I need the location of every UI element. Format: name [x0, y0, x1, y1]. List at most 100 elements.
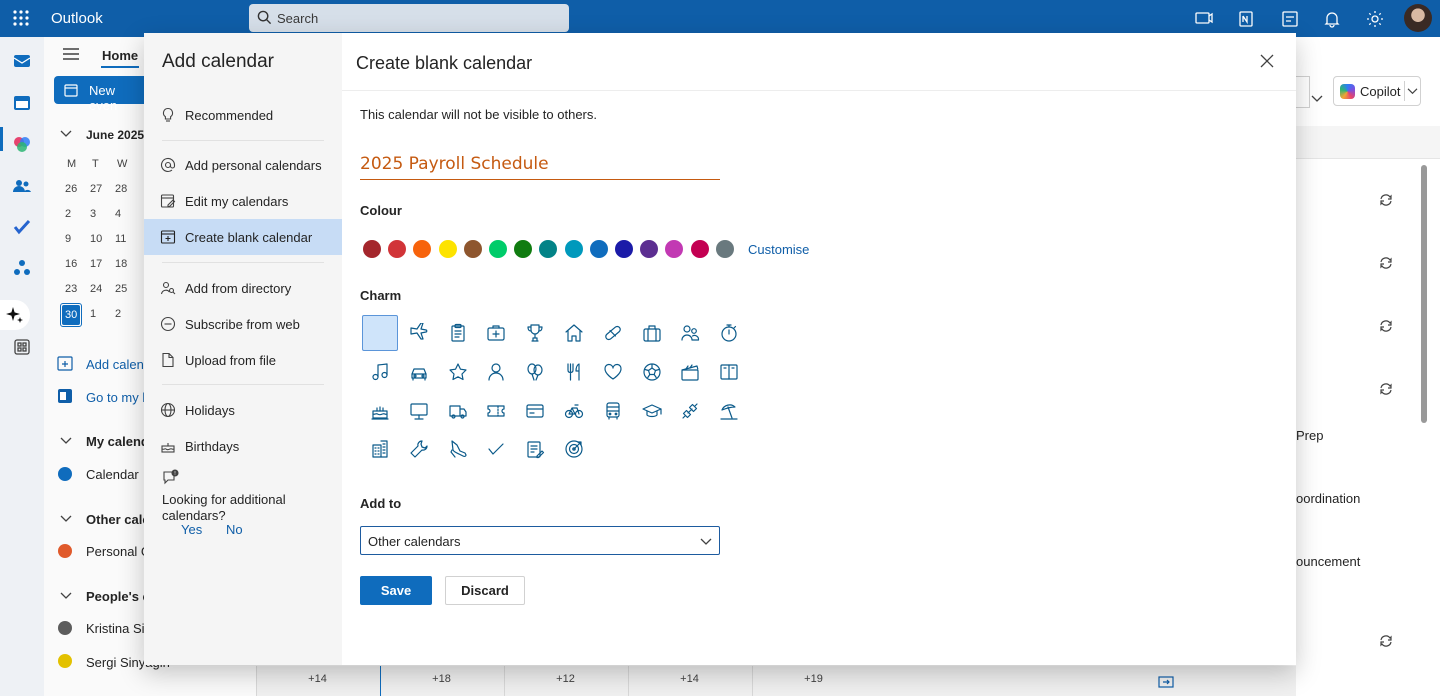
mini-calendar-day[interactable]: 1: [90, 308, 96, 320]
nav-birthdays[interactable]: Birthdays: [144, 428, 342, 464]
my-calendars-heading[interactable]: My calend: [86, 434, 149, 449]
colour-swatch[interactable]: [715, 240, 734, 258]
charm-option[interactable]: [401, 315, 437, 351]
customise-colour-link[interactable]: Customise: [748, 242, 809, 257]
org-app-icon[interactable]: [12, 258, 32, 278]
colour-swatch[interactable]: [388, 240, 407, 258]
overflow-count[interactable]: +14: [628, 666, 750, 696]
sergi-check-dot[interactable]: [58, 654, 72, 668]
charm-option[interactable]: [556, 431, 592, 467]
charm-option[interactable]: [711, 354, 747, 390]
mini-calendar-day[interactable]: 28: [115, 183, 127, 195]
new-event-button[interactable]: New even: [54, 76, 146, 113]
nav-holidays[interactable]: Holidays: [144, 392, 342, 428]
charm-option[interactable]: [711, 315, 747, 351]
mini-calendar-day[interactable]: 23: [65, 283, 77, 295]
charm-option[interactable]: [440, 431, 476, 467]
mini-calendar-day[interactable]: 2: [115, 308, 121, 320]
charm-option[interactable]: [595, 354, 631, 390]
charm-option[interactable]: [440, 354, 476, 390]
charm-option[interactable]: [401, 393, 437, 429]
colour-swatch[interactable]: [489, 240, 507, 258]
event-title[interactable]: Prep: [1296, 428, 1323, 443]
charm-option[interactable]: [478, 393, 514, 429]
charm-option[interactable]: [362, 354, 398, 390]
hamburger-menu-icon[interactable]: [62, 47, 80, 61]
chevron-down-icon[interactable]: [60, 436, 72, 446]
chevron-down-icon[interactable]: [1311, 94, 1323, 104]
go-to-my-link[interactable]: Go to my l: [86, 390, 145, 405]
charm-option[interactable]: [478, 431, 514, 467]
mini-calendar-day[interactable]: 11: [115, 233, 126, 245]
charm-option[interactable]: [595, 315, 631, 351]
chevron-down-icon[interactable]: [60, 591, 72, 601]
colour-swatch[interactable]: [615, 240, 633, 258]
mini-calendar-day[interactable]: 24: [90, 283, 102, 295]
charm-option[interactable]: [711, 393, 747, 429]
colour-swatch[interactable]: [413, 240, 432, 258]
settings-gear-icon[interactable]: [1365, 9, 1385, 29]
more-apps-icon[interactable]: [12, 337, 32, 357]
charm-option[interactable]: [595, 393, 631, 429]
mini-calendar-day[interactable]: 17: [90, 258, 102, 270]
nav-upload-from-file[interactable]: Upload from file: [144, 342, 342, 378]
chevron-down-icon[interactable]: [1407, 87, 1418, 96]
colour-swatch[interactable]: [564, 240, 583, 258]
chevron-down-icon[interactable]: [60, 514, 72, 524]
charm-option[interactable]: [634, 354, 670, 390]
mini-calendar-day[interactable]: 27: [90, 183, 102, 195]
mini-calendar-day[interactable]: 2: [65, 208, 71, 220]
add-calendar-link[interactable]: Add calen: [86, 357, 144, 372]
charm-option[interactable]: [517, 354, 553, 390]
mini-calendar-day[interactable]: 4: [115, 208, 121, 220]
mini-calendar-day[interactable]: 10: [90, 233, 102, 245]
event-title[interactable]: oordination: [1296, 491, 1360, 506]
colour-swatch[interactable]: [514, 240, 533, 258]
colour-swatch[interactable]: [589, 240, 608, 258]
calendar-check-dot[interactable]: [58, 467, 72, 481]
tab-home[interactable]: Home: [102, 48, 138, 63]
nav-create-blank-calendar[interactable]: Create blank calendar: [144, 219, 342, 255]
people-app-icon[interactable]: [12, 176, 32, 196]
bell-icon[interactable]: [1322, 9, 1342, 29]
nav-edit-my-calendars[interactable]: Edit my calendars: [144, 183, 342, 219]
calendar-item[interactable]: Calendar: [86, 467, 139, 482]
user-avatar[interactable]: [1404, 4, 1432, 32]
peoples-calendars-heading[interactable]: People's c: [86, 589, 150, 604]
chevron-down-icon[interactable]: [60, 129, 72, 139]
overflow-count[interactable]: +18: [380, 666, 502, 696]
mini-calendar-day[interactable]: 26: [65, 183, 77, 195]
calendar-name-input[interactable]: [360, 149, 720, 180]
charm-option[interactable]: [362, 431, 398, 467]
charm-none-selected[interactable]: [362, 315, 398, 351]
charm-option[interactable]: [440, 315, 476, 351]
overflow-count[interactable]: +14: [256, 666, 378, 696]
charm-option[interactable]: [672, 315, 708, 351]
nav-recommended[interactable]: Recommended: [144, 97, 342, 133]
nav-add-personal-calendars[interactable]: Add personal calendars: [144, 147, 342, 183]
charm-option[interactable]: [556, 315, 592, 351]
colour-swatch[interactable]: [463, 240, 482, 258]
charm-option[interactable]: [556, 393, 592, 429]
colour-swatch[interactable]: [363, 240, 381, 258]
charm-option[interactable]: [401, 354, 437, 390]
colour-swatch[interactable]: [539, 240, 558, 258]
charm-option[interactable]: [517, 315, 553, 351]
mini-calendar-day[interactable]: 16: [65, 258, 77, 270]
charm-option[interactable]: [556, 354, 592, 390]
charm-option[interactable]: [517, 393, 553, 429]
mini-calendar-day[interactable]: 25: [115, 283, 127, 295]
copilot-rail-button[interactable]: [0, 300, 30, 330]
charm-option[interactable]: [478, 315, 514, 351]
mini-month-label[interactable]: June 2025: [86, 128, 144, 142]
mini-calendar-day[interactable]: 9: [65, 233, 71, 245]
kristina-check-dot[interactable]: [58, 621, 72, 635]
app-launcher-icon[interactable]: [12, 9, 30, 27]
colour-swatch[interactable]: [665, 240, 684, 258]
mini-calendar-day[interactable]: 30: [65, 309, 77, 321]
mini-calendar-day[interactable]: 18: [115, 258, 127, 270]
onenote-icon[interactable]: [1236, 9, 1256, 29]
todo-app-icon[interactable]: [12, 217, 32, 237]
overflow-count[interactable]: +19: [752, 666, 874, 696]
view-dropdown-edge[interactable]: [1296, 76, 1310, 108]
